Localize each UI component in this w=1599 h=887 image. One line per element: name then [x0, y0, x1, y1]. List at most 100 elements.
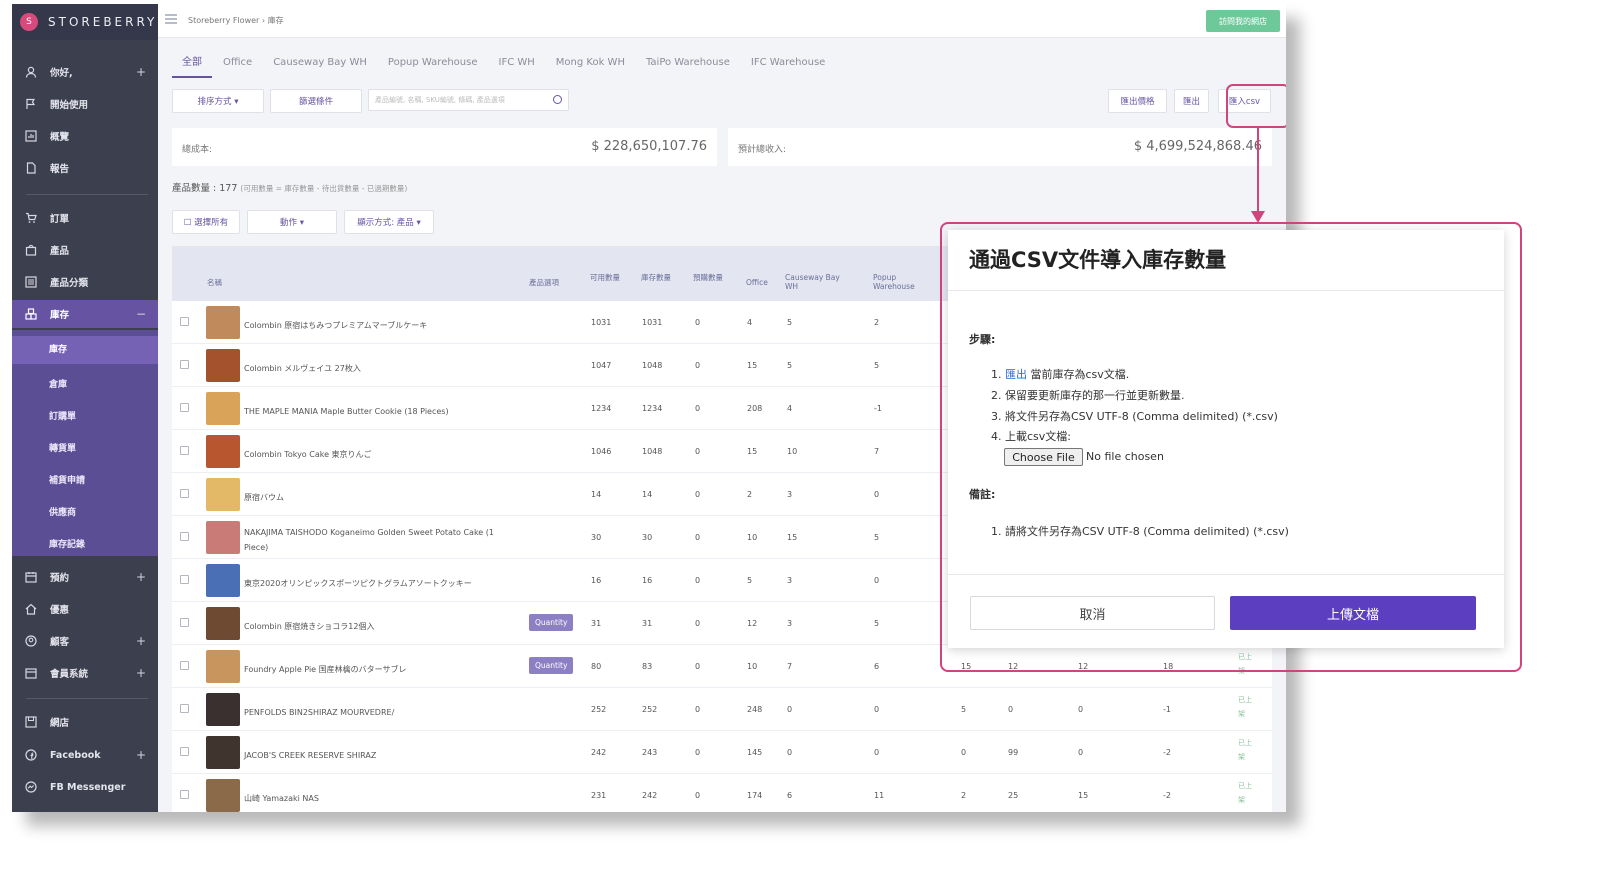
product-thumbnail[interactable]	[206, 607, 240, 640]
breadcrumb[interactable]: Storeberry Flower › 庫存	[188, 15, 284, 26]
row-checkbox[interactable]	[180, 360, 189, 369]
sidebar-item-overview[interactable]: 概覽	[12, 122, 158, 150]
actions-button[interactable]: 動作 ▾	[247, 210, 337, 234]
brand[interactable]: S STOREBERRY	[12, 4, 158, 40]
row-checkbox[interactable]	[180, 575, 189, 584]
display-mode-button[interactable]: 顯示方式: 產品 ▾	[344, 210, 434, 234]
column-header-name[interactable]: 名稱	[207, 278, 222, 287]
expand-plus-icon[interactable]: +	[136, 65, 146, 79]
tab-causeway-bay-wh[interactable]: Causeway Bay WH	[263, 54, 377, 78]
expand-plus-icon[interactable]: +	[136, 748, 146, 762]
sidebar-item-orders[interactable]: 訂單	[12, 204, 158, 232]
tab-office[interactable]: Office	[213, 54, 262, 78]
sidebar-item-greeting[interactable]: 你好, +	[12, 58, 158, 86]
product-thumbnail[interactable]	[206, 736, 240, 769]
cancel-button[interactable]: 取消	[970, 596, 1215, 630]
submenu-item-inventory[interactable]: 庫存	[12, 336, 158, 364]
sidebar-item-categories[interactable]: 產品分類	[12, 268, 158, 296]
row-checkbox[interactable]	[180, 489, 189, 498]
submenu-item-inventory-log[interactable]: 庫存記錄	[49, 537, 85, 550]
product-name[interactable]: Colombin メルヴェイユ 27枚入	[244, 361, 504, 376]
choose-file-button[interactable]: Choose File	[1004, 448, 1083, 466]
product-thumbnail[interactable]	[206, 392, 240, 425]
sidebar-item-reports[interactable]: 報告	[12, 154, 158, 182]
export-link[interactable]: 匯出	[1005, 368, 1027, 381]
column-header-popup[interactable]: Popup Warehouse	[873, 273, 929, 291]
visit-store-button[interactable]: 訪問我的網店	[1206, 10, 1280, 32]
search-icon[interactable]	[553, 95, 562, 104]
submenu-item-transfers[interactable]: 轉貨單	[49, 441, 76, 454]
product-thumbnail[interactable]	[206, 693, 240, 726]
tab-taipo-warehouse[interactable]: TaiPo Warehouse	[636, 54, 740, 78]
row-checkbox[interactable]	[180, 704, 189, 713]
expand-plus-icon[interactable]: +	[136, 634, 146, 648]
submenu-item-suppliers[interactable]: 供應商	[49, 505, 76, 518]
row-checkbox[interactable]	[180, 747, 189, 756]
row-checkbox[interactable]	[180, 446, 189, 455]
row-checkbox[interactable]	[180, 661, 189, 670]
row-checkbox[interactable]	[180, 317, 189, 326]
export-button[interactable]: 匯出	[1174, 89, 1209, 113]
product-thumbnail[interactable]	[206, 435, 240, 468]
sidebar-item-bookings[interactable]: 預約 +	[12, 563, 158, 591]
select-all-button[interactable]: ☐ 選擇所有	[172, 210, 240, 234]
column-header-office[interactable]: Office	[746, 278, 768, 287]
sidebar-item-fb-messenger[interactable]: FB Messenger	[12, 773, 158, 801]
sidebar-item-products[interactable]: 產品	[12, 236, 158, 264]
upload-button[interactable]: 上傳文檔	[1230, 596, 1476, 630]
column-header-options[interactable]: 產品選項	[529, 278, 559, 287]
product-name[interactable]: Colombin 原宿焼きショコラ12個入	[244, 619, 504, 634]
sidebar-item-discounts[interactable]: 優惠	[12, 595, 158, 623]
product-name[interactable]: JACOB'S CREEK RESERVE SHIRAZ	[244, 748, 504, 763]
sidebar-item-membership[interactable]: 會員系統 +	[12, 659, 158, 687]
product-name[interactable]: PENFOLDS BIN2SHIRAZ MOURVEDRE/	[244, 705, 504, 720]
tab-ifc-warehouse[interactable]: IFC Warehouse	[741, 54, 835, 78]
filter-button[interactable]: 篩選條件	[270, 89, 362, 113]
submenu-item-purchase-orders[interactable]: 訂購單	[49, 409, 76, 422]
sidebar-item-inventory[interactable]: 庫存 −	[12, 300, 158, 328]
row-checkbox[interactable]	[180, 618, 189, 627]
product-thumbnail[interactable]	[206, 564, 240, 597]
product-name[interactable]: 原宿バウム	[244, 490, 504, 505]
row-checkbox[interactable]	[180, 790, 189, 799]
product-name[interactable]: THE MAPLE MANIA Maple Butter Cookie (18 …	[244, 404, 504, 419]
row-checkbox[interactable]	[180, 532, 189, 541]
product-thumbnail[interactable]	[206, 779, 240, 812]
submenu-item-restock-requests[interactable]: 補貨申請	[49, 473, 85, 486]
sidebar-item-customers[interactable]: 顧客 +	[12, 627, 158, 655]
product-name[interactable]: Foundry Apple Pie 国産林檎のバターサブレ	[244, 662, 504, 677]
tab-ifc-wh[interactable]: IFC WH	[489, 54, 545, 78]
expand-plus-icon[interactable]: +	[136, 666, 146, 680]
sidebar-item-get-started[interactable]: 開始使用	[12, 90, 158, 118]
column-header-reserved[interactable]: 預購數量	[693, 273, 725, 282]
sort-button[interactable]: 排序方式 ▾	[172, 89, 264, 113]
tab-mong-kok-wh[interactable]: Mong Kok WH	[546, 54, 635, 78]
product-name[interactable]: 東京2020オリンピックスポーツピクトグラムアソートクッキー	[244, 576, 504, 591]
option-badge[interactable]: Quantity	[529, 614, 574, 631]
product-thumbnail[interactable]	[206, 650, 240, 683]
product-thumbnail[interactable]	[206, 478, 240, 511]
tab-popup-warehouse[interactable]: Popup Warehouse	[378, 54, 488, 78]
search-input[interactable]: 產品編號, 名稱, SKU編號, 條碼, 產品選項	[368, 89, 569, 111]
sidebar-item-online-store[interactable]: 網店	[12, 708, 158, 736]
option-badge[interactable]: Quantity	[529, 657, 574, 674]
product-thumbnail[interactable]	[206, 521, 240, 554]
product-name[interactable]: 山崎 Yamazaki NAS	[244, 791, 504, 806]
tab-all[interactable]: 全部	[172, 54, 212, 78]
column-header-available[interactable]: 可用數量	[590, 273, 622, 282]
product-name[interactable]: NAKAJIMA TAISHODO Koganeimo Golden Sweet…	[244, 525, 504, 555]
menu-toggle-icon[interactable]	[165, 14, 177, 24]
column-header-causeway-bay[interactable]: Causeway Bay WH	[785, 273, 847, 291]
product-name[interactable]: Colombin Tokyo Cake 東京りんご	[244, 447, 504, 462]
product-name[interactable]: Colombin 原宿はちみつプレミアムマーブルケーキ	[244, 318, 504, 333]
table-row[interactable]: PENFOLDS BIN2SHIRAZ MOURVEDRE/252 252 0 248…	[172, 688, 1272, 731]
submenu-item-warehouses[interactable]: 倉庫	[49, 377, 67, 390]
product-thumbnail[interactable]	[206, 349, 240, 382]
column-header-stock[interactable]: 庫存數量	[641, 273, 673, 282]
expand-plus-icon[interactable]: +	[136, 570, 146, 584]
export-price-button[interactable]: 匯出價格	[1108, 89, 1167, 113]
table-row[interactable]: JACOB'S CREEK RESERVE SHIRAZ 242 243 0 145 0 0…	[172, 731, 1272, 774]
product-thumbnail[interactable]	[206, 306, 240, 339]
row-checkbox[interactable]	[180, 403, 189, 412]
collapse-minus-icon[interactable]: −	[136, 307, 146, 321]
